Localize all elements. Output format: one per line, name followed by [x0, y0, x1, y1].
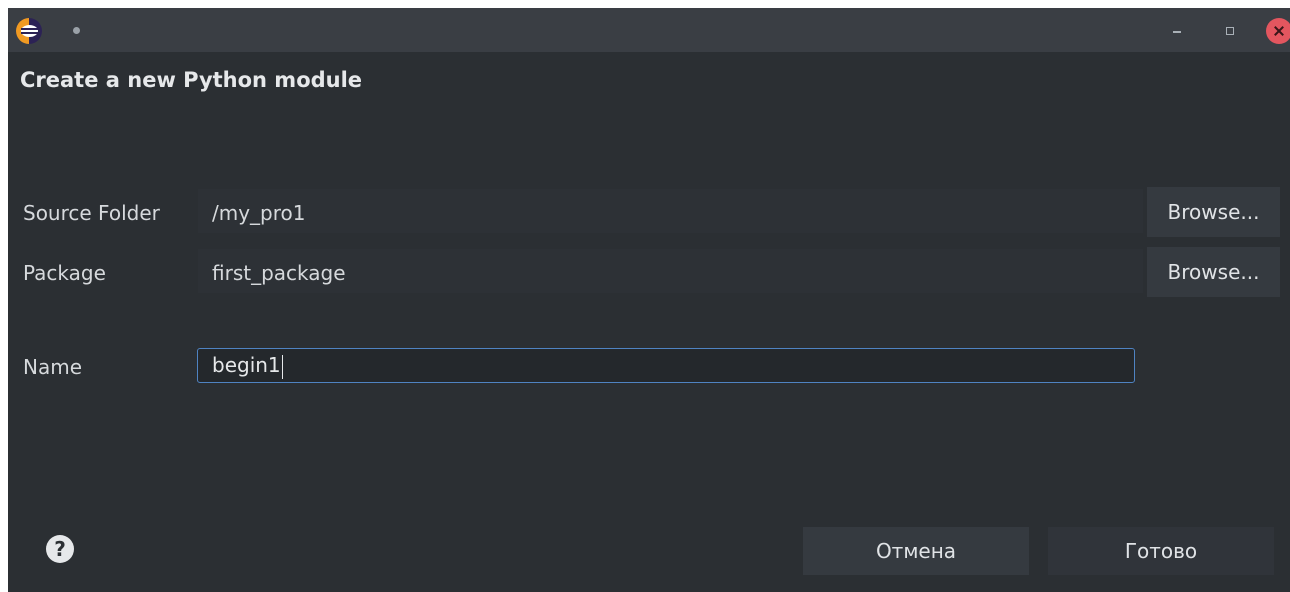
- finish-button[interactable]: Готово: [1048, 527, 1274, 575]
- dialog-heading: Create a new Python module: [20, 68, 363, 92]
- name-label: Name: [23, 355, 83, 379]
- name-input[interactable]: begin1: [197, 348, 1135, 383]
- source-folder-label: Source Folder: [23, 201, 160, 225]
- package-label: Package: [23, 261, 106, 285]
- help-icon[interactable]: ?: [46, 535, 74, 563]
- minimize-icon[interactable]: [1163, 18, 1191, 44]
- source-folder-value: /my_pro1: [212, 201, 306, 225]
- name-input-value: begin1: [212, 353, 281, 377]
- title-indicator-dot: [73, 27, 80, 34]
- text-caret: [281, 354, 283, 379]
- titlebar[interactable]: [8, 8, 1290, 52]
- cancel-button[interactable]: Отмена: [803, 527, 1029, 575]
- dialog-window: Create a new Python module Source Folder…: [8, 8, 1290, 592]
- eclipse-icon: [16, 18, 42, 44]
- close-icon[interactable]: [1266, 18, 1290, 44]
- package-browse-button[interactable]: Browse...: [1147, 247, 1280, 297]
- maximize-icon[interactable]: [1215, 18, 1243, 44]
- source-folder-browse-button[interactable]: Browse...: [1147, 187, 1280, 237]
- source-folder-field[interactable]: [198, 189, 1143, 233]
- package-value: first_package: [212, 261, 346, 285]
